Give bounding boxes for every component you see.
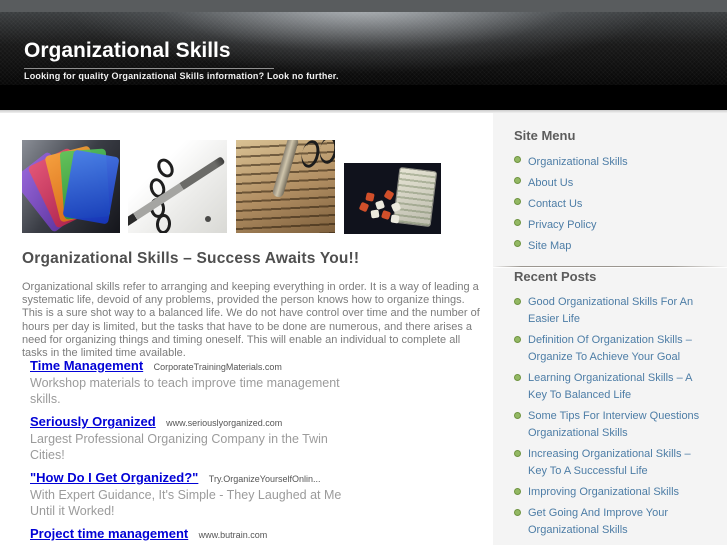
dice-and-bag-image [344, 163, 441, 234]
bullet-icon [514, 240, 521, 247]
ad-url: www.seriouslyorganized.com [166, 418, 283, 428]
ad-link-time-management[interactable]: Time Management [30, 358, 143, 373]
site-header: Organizational Skills Looking for qualit… [0, 12, 727, 85]
bullet-icon [514, 412, 521, 419]
ad-description: With Expert Guidance, It's Simple - They… [30, 488, 342, 518]
bullet-icon [514, 450, 521, 457]
recent-posts-heading: Recent Posts [514, 269, 597, 284]
recent-post-link[interactable]: Good Organizational Skills For An Easier… [528, 296, 693, 325]
ad-item: Project time management www.butrain.com … [30, 526, 360, 545]
sidebar-link-organizational-skills[interactable]: Organizational Skills [528, 156, 628, 168]
site-menu-list: Organizational Skills About Us Contact U… [514, 152, 710, 257]
recent-post-item: Get Going And Improve Your Organizationa… [514, 504, 710, 538]
ad-description: Workshop materials to teach improve time… [30, 376, 340, 406]
bullet-icon [514, 177, 521, 184]
sidebar-divider [493, 266, 727, 267]
bullet-icon [514, 336, 521, 343]
recent-post-link[interactable]: Increasing Organizational Skills – Key T… [528, 448, 691, 477]
article-body: Organizational skills refer to arranging… [22, 281, 480, 360]
site-tagline: Looking for quality Organizational Skill… [24, 71, 339, 81]
ad-item: Seriously Organized www.seriouslyorganiz… [30, 414, 360, 463]
bullet-icon [514, 219, 521, 226]
ad-item: Time Management CorporateTrainingMateria… [30, 358, 360, 407]
pen-on-organizer-binder-image [236, 140, 335, 233]
sidebar-item-about-us: About Us [514, 173, 710, 194]
sponsored-links: Time Management CorporateTrainingMateria… [30, 358, 360, 545]
sidebar-item-site-map: Site Map [514, 236, 710, 257]
recent-post-item: Learning Organizational Skills – A Key T… [514, 369, 710, 403]
bullet-icon [514, 374, 521, 381]
sidebar: Site Menu Organizational Skills About Us… [493, 113, 727, 545]
recent-post-link[interactable]: Improving Organizational Skills [528, 486, 679, 498]
recent-post-link[interactable]: Get Going And Improve Your Organizationa… [528, 507, 668, 536]
ad-item: "How Do I Get Organized?" Try.OrganizeYo… [30, 470, 360, 519]
bullet-icon [514, 198, 521, 205]
recent-post-item: Good Organizational Skills For An Easier… [514, 293, 710, 327]
recent-posts-list: Good Organizational Skills For An Easier… [514, 293, 710, 545]
site-title-link[interactable]: Organizational Skills [24, 40, 231, 62]
top-strip [0, 0, 727, 12]
ad-url: CorporateTrainingMaterials.com [153, 362, 282, 372]
colored-folders-image [22, 140, 120, 233]
article-title: Organizational Skills – Success Awaits Y… [22, 250, 360, 267]
sidebar-item-organizational-skills: Organizational Skills [514, 152, 710, 173]
ad-link-seriously-organized[interactable]: Seriously Organized [30, 414, 156, 429]
ad-url: www.butrain.com [198, 530, 268, 540]
pen-on-spiral-notebook-image [128, 140, 227, 233]
sidebar-link-contact-us[interactable]: Contact Us [528, 198, 582, 210]
sidebar-link-site-map[interactable]: Site Map [528, 240, 571, 252]
recent-post-item: Improving Organizational Skills [514, 483, 710, 500]
recent-post-link[interactable]: Definition Of Organization Skills – Orga… [528, 334, 692, 363]
bullet-icon [514, 488, 521, 495]
bullet-icon [514, 298, 521, 305]
site-menu-heading: Site Menu [514, 128, 576, 143]
bullet-icon [514, 509, 521, 516]
recent-post-item: Increasing Organizational Skills – Key T… [514, 445, 710, 479]
recent-post-link[interactable]: Learning Organizational Skills – A Key T… [528, 372, 692, 401]
ad-link-how-do-i-get-organized[interactable]: "How Do I Get Organized?" [30, 470, 198, 485]
sidebar-link-about-us[interactable]: About Us [528, 177, 573, 189]
sidebar-item-privacy-policy: Privacy Policy [514, 215, 710, 236]
ad-description: Largest Professional Organizing Company … [30, 432, 328, 462]
recent-post-item: Definition Of Organization Skills – Orga… [514, 331, 710, 365]
main-navbar [0, 85, 727, 110]
sidebar-link-privacy-policy[interactable]: Privacy Policy [528, 219, 596, 231]
sidebar-item-contact-us: Contact Us [514, 194, 710, 215]
ad-link-project-time-management[interactable]: Project time management [30, 526, 188, 541]
ad-url: Try.OrganizeYourselfOnlin... [208, 474, 321, 484]
title-divider [24, 68, 274, 69]
page: Organizational Skills Looking for qualit… [0, 0, 727, 545]
bullet-icon [514, 156, 521, 163]
recent-post-link[interactable]: Some Tips For Interview Questions Organi… [528, 410, 699, 439]
recent-post-item: Some Tips For Interview Questions Organi… [514, 407, 710, 441]
